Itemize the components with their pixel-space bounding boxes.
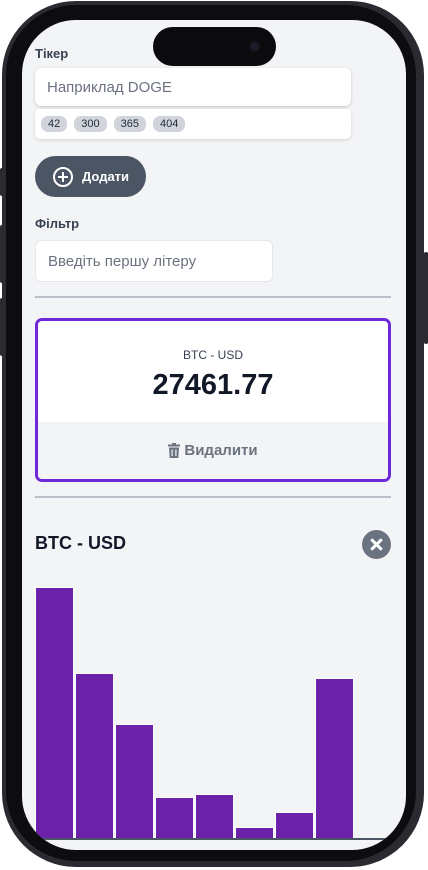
- filter-label: Фільтр: [35, 216, 80, 231]
- volume-down-button: [0, 298, 4, 356]
- graph-bar: [75, 673, 114, 840]
- graph-axis: [35, 838, 391, 840]
- close-graph-button[interactable]: [362, 530, 391, 559]
- graph-bar: [115, 724, 154, 840]
- camera-icon: [249, 41, 260, 52]
- add-button[interactable]: Додати: [35, 156, 146, 197]
- ticker-label: Тікер: [35, 46, 69, 61]
- graph-bar: [195, 794, 234, 840]
- suggestion-chip[interactable]: 404: [152, 116, 186, 132]
- ticker-suggestions: 42 300 365 404: [35, 109, 351, 139]
- price-graph: [35, 575, 391, 840]
- ticker-input[interactable]: Наприклад DOGE: [35, 68, 351, 106]
- add-button-label: Додати: [82, 169, 130, 184]
- delete-button[interactable]: Видалити: [38, 422, 388, 479]
- plus-circle-icon: [53, 166, 73, 187]
- graph-bar: [155, 797, 194, 840]
- graph-bar: [275, 812, 314, 840]
- suggestion-chip[interactable]: 42: [41, 116, 68, 132]
- dynamic-island: [153, 27, 276, 66]
- suggestion-chip[interactable]: 365: [113, 116, 146, 132]
- graph-title: BTC - USD: [35, 533, 126, 553]
- volume-up-button: [0, 225, 4, 283]
- suggestion-chip[interactable]: 300: [74, 116, 107, 132]
- card-price: 27461.77: [152, 369, 274, 401]
- trash-icon: [168, 443, 181, 458]
- graph-bar: [35, 587, 74, 840]
- power-button: [424, 252, 428, 344]
- mute-switch: [0, 168, 4, 196]
- app-screen: Тікер Наприклад DOGE 42 300 365 404 Дода…: [22, 20, 406, 850]
- graph-bar: [315, 678, 354, 840]
- divider: [35, 296, 391, 298]
- divider: [35, 496, 391, 498]
- card-pair: BTC - USD: [183, 348, 243, 362]
- delete-label: Видалити: [184, 442, 258, 459]
- ticker-card[interactable]: BTC - USD 27461.77 Видалити: [35, 318, 391, 482]
- filter-input[interactable]: Введіть першу літеру: [35, 240, 273, 282]
